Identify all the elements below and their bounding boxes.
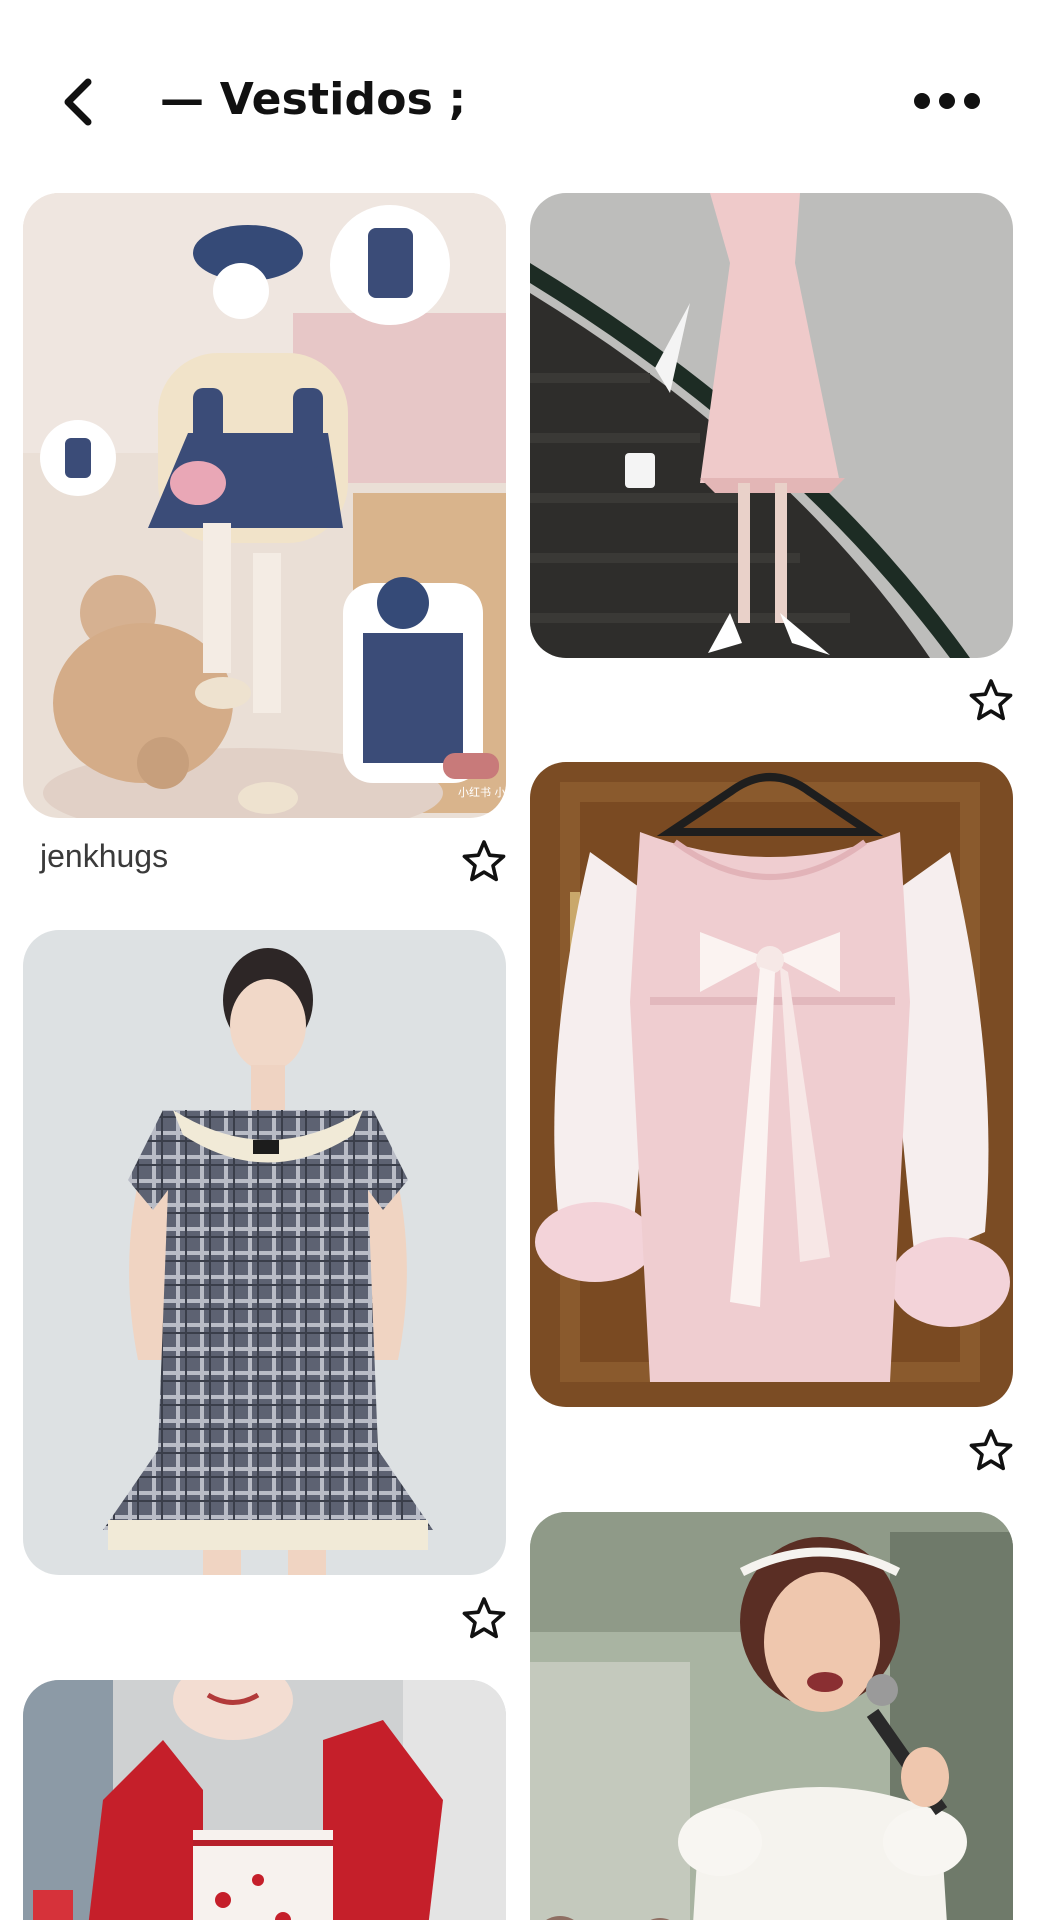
save-button[interactable] (968, 677, 1014, 723)
back-button[interactable] (50, 70, 110, 130)
page-title: — Vestidos ; (160, 74, 467, 125)
chevron-left-icon (64, 78, 92, 126)
pin-caption-author: jenkhugs (40, 838, 169, 874)
board-screen: — Vestidos ; 小红书 小 jenkhugs (0, 0, 1037, 1920)
watermark-text: 小红书 小红书号: 437793866 (458, 786, 506, 799)
pin-image-pink-satin-dress[interactable] (530, 193, 1013, 658)
star-outline-icon (462, 1597, 506, 1639)
pin-photo (530, 193, 1013, 658)
more-options-button[interactable] (912, 78, 982, 124)
pin-image-denim-pinafore[interactable]: 小红书 小红书号: 437793866 (23, 193, 506, 818)
save-button[interactable] (461, 838, 507, 884)
star-outline-icon (462, 840, 506, 882)
star-outline-icon (969, 679, 1013, 721)
star-outline-icon (969, 1429, 1013, 1471)
pin-photo (23, 1680, 506, 1920)
pin-image-pink-bow-dress[interactable] (530, 762, 1013, 1407)
pin-photo (530, 1512, 1013, 1920)
save-button[interactable] (461, 1595, 507, 1641)
pin-image-singer-white-dress[interactable] (530, 1512, 1013, 1920)
pin-image-red-cardigan[interactable] (23, 1680, 506, 1920)
pin-photo: 小红书 小红书号: 437793866 (23, 193, 506, 818)
save-button[interactable] (968, 1427, 1014, 1473)
pin-photo (530, 762, 1013, 1407)
pin-photo (23, 930, 506, 1575)
more-horizontal-icon (914, 93, 980, 109)
pin-image-plaid-dress[interactable] (23, 930, 506, 1575)
header: — Vestidos ; (0, 0, 1037, 190)
